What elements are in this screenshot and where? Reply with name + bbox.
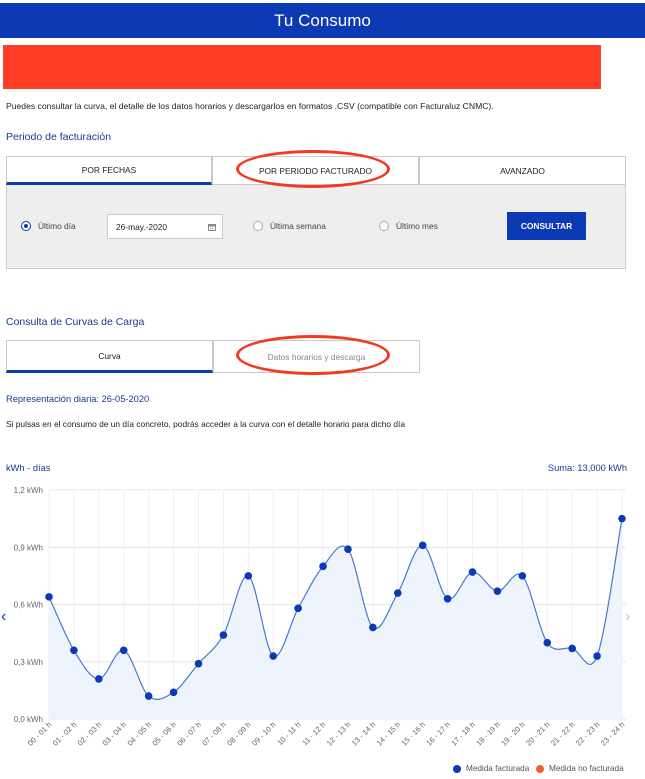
- chart-next-arrow[interactable]: ›: [625, 608, 630, 626]
- data-point: [344, 545, 352, 553]
- legend-billed[interactable]: Medida facturada: [453, 764, 529, 773]
- billing-section-title: Periodo de facturación: [6, 131, 112, 143]
- data-point: [418, 541, 427, 550]
- date-value: 26-may.-2020: [116, 221, 168, 232]
- y-tick-label: 0,3 kWh: [14, 658, 43, 667]
- x-tick-label: 22 - 23 h: [574, 720, 602, 748]
- x-tick-label: 20 - 21 h: [524, 720, 552, 748]
- date-field[interactable]: 26-may.-2020: [107, 214, 223, 239]
- x-tick-label: 04 - 05 h: [126, 720, 154, 748]
- data-point: [194, 659, 203, 668]
- data-point: [618, 514, 626, 523]
- data-point: [244, 572, 253, 580]
- chart-sum-label: Suma: 13,000 kWh: [547, 463, 627, 473]
- data-point: [319, 562, 327, 571]
- data-point: [294, 604, 302, 613]
- radio-checked-icon: [21, 221, 31, 231]
- tab-por-fechas[interactable]: POR FECHAS: [6, 156, 212, 185]
- consultar-button[interactable]: CONSULTAR: [507, 212, 586, 240]
- legend-not-billed[interactable]: Medida no facturada: [536, 764, 624, 773]
- highlight-oval-periodo: [236, 150, 390, 188]
- data-point: [393, 589, 402, 597]
- y-tick-label: 0,9 kWh: [14, 543, 43, 552]
- legend-not-billed-label: Medida no facturada: [549, 764, 624, 773]
- radio-ultima-semana[interactable]: Última semana: [253, 221, 326, 231]
- x-tick-label: 15 - 16 h: [400, 720, 428, 748]
- x-tick-label: 08 - 09 h: [225, 720, 253, 748]
- page-header: Tu Consumo: [0, 3, 645, 38]
- x-tick-label: 18 - 19 h: [474, 720, 502, 748]
- radio-label: Último mes: [396, 221, 438, 231]
- representation-description: Si pulsas en el consumo de un día concre…: [6, 419, 405, 429]
- x-tick-label: 23 - 24 h: [599, 720, 627, 748]
- data-point: [169, 688, 178, 697]
- radio-ultimo-dia[interactable]: Último día: [21, 221, 76, 231]
- chart-prev-arrow[interactable]: ‹: [1, 608, 6, 626]
- x-tick-label: 01 - 02 h: [51, 720, 79, 748]
- y-tick-label: 0,0 kWh: [14, 715, 43, 724]
- tab-avanzado[interactable]: AVANZADO: [419, 156, 626, 185]
- series-area-fill: [49, 518, 622, 719]
- radio-unchecked-icon: [379, 221, 389, 231]
- data-point: [219, 631, 228, 639]
- data-point: [443, 594, 452, 603]
- y-tick-label: 0,6 kWh: [14, 601, 43, 610]
- legend-billed-label: Medida facturada: [466, 764, 530, 773]
- data-point: [468, 568, 477, 576]
- x-tick-label: 14 - 15 h: [375, 720, 403, 748]
- x-tick-label: 21 - 22 h: [549, 720, 577, 748]
- consumption-chart[interactable]: 0,0 kWh 0,3 kWh 0,6 kWh 0,9 kWh 1,2 kWh 00 - …: [0, 478, 645, 763]
- representation-title: Representación diaria: 26-05-2020: [6, 394, 150, 404]
- data-point: [144, 692, 153, 700]
- legend-billed-swatch: [453, 764, 461, 773]
- x-tick-label: 00 - 01 h: [26, 720, 54, 748]
- x-tick-label: 17 - 18 h: [449, 720, 477, 748]
- highlight-oval-datos: [236, 335, 390, 375]
- data-point: [369, 623, 377, 632]
- data-point: [119, 646, 128, 655]
- data-point: [593, 652, 601, 660]
- x-tick-label: 11 - 12 h: [300, 720, 327, 747]
- page-title: Tu Consumo: [274, 11, 371, 30]
- data-point: [518, 572, 527, 580]
- alert-banner: [3, 45, 601, 89]
- x-tick-label: 02 - 03 h: [76, 720, 104, 748]
- x-tick-label: 07 - 08 h: [200, 720, 228, 748]
- radio-label: Último día: [38, 221, 76, 231]
- chart-unit-label: kWh - días: [6, 463, 51, 473]
- data-point: [568, 644, 576, 653]
- x-tick-label: 12 - 13 h: [325, 720, 353, 748]
- calendar-icon: [208, 224, 216, 231]
- tab-curva[interactable]: Curva: [6, 340, 213, 373]
- x-tick-label: 06 - 07 h: [175, 720, 203, 748]
- x-tick-label: 13 - 14 h: [350, 720, 378, 748]
- data-point: [493, 587, 502, 595]
- x-tick-label: 10 - 11 h: [275, 720, 302, 747]
- data-point: [95, 675, 103, 683]
- data-point: [269, 652, 278, 660]
- billing-filter-panel: Último día 26-may.-2020 Última semana Úl…: [6, 185, 626, 269]
- x-tick-label: 16 - 17 h: [424, 720, 452, 748]
- curves-section-title: Consulta de Curvas de Carga: [6, 316, 145, 328]
- data-point: [543, 638, 552, 647]
- x-tick-label: 09 - 10 h: [250, 720, 278, 748]
- y-tick-label: 1,2 kWh: [14, 486, 43, 495]
- data-point: [70, 646, 78, 655]
- legend-not-billed-swatch: [536, 764, 544, 773]
- x-tick-label: 03 - 04 h: [101, 720, 129, 748]
- data-point: [45, 593, 53, 601]
- x-tick-label: 19 - 20 h: [499, 720, 527, 748]
- radio-label: Última semana: [270, 221, 326, 231]
- radio-ultimo-mes[interactable]: Último mes: [379, 221, 438, 231]
- x-tick-label: 05 - 06 h: [150, 720, 178, 748]
- radio-unchecked-icon: [253, 221, 263, 231]
- intro-text: Puedes consultar la curva, el detalle de…: [6, 101, 494, 111]
